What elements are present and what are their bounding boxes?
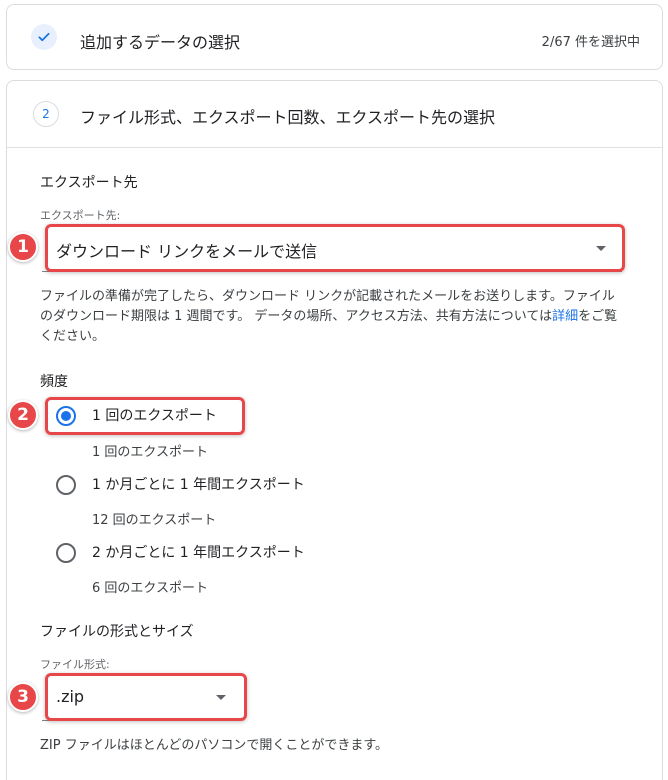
- annotation-badge-2: 2: [8, 400, 38, 430]
- radio-monthly-label[interactable]: 1 か月ごとに 1 年間エクスポート: [92, 474, 305, 494]
- annotation-badge-1: 1: [8, 232, 38, 262]
- step-1-card[interactable]: 追加するデータの選択 2/67 件を選択中: [6, 4, 663, 70]
- annotation-box-2: [45, 397, 245, 435]
- radio-monthly[interactable]: [56, 475, 76, 495]
- frequency-section-label: 頻度: [40, 374, 68, 390]
- radio-once-sub: 1 回のエクスポート: [92, 445, 209, 460]
- details-link[interactable]: 詳細: [552, 309, 578, 324]
- header-divider: [7, 147, 662, 148]
- file-format-field-label: ファイル形式:: [40, 658, 110, 671]
- destination-section-label: エクスポート先: [40, 175, 138, 191]
- step-1-title: 追加するデータの選択: [80, 33, 241, 52]
- destination-field-label: エクスポート先:: [40, 209, 121, 222]
- step-2-title: ファイル形式、エクスポート回数、エクスポート先の選択: [80, 108, 496, 127]
- step-number: 2: [33, 101, 59, 127]
- file-format-description: ZIP ファイルはほとんどのパソコンで開くことができます。: [40, 738, 389, 753]
- annotation-badge-3: 3: [8, 682, 38, 712]
- check-icon: [31, 24, 57, 50]
- radio-bimonthly[interactable]: [56, 543, 76, 563]
- radio-monthly-sub: 12 回のエクスポート: [92, 513, 217, 528]
- annotation-box-3: [45, 673, 247, 721]
- destination-description: ファイルの準備が完了したら、ダウンロード リンクが記載されたメールをお送りします…: [40, 289, 618, 344]
- radio-bimonthly-label[interactable]: 2 か月ごとに 1 年間エクスポート: [92, 542, 305, 562]
- file-format-section-label: ファイルの形式とサイズ: [40, 624, 194, 640]
- annotation-box-1: [45, 224, 625, 272]
- selected-count: 2/67 件を選択中: [541, 35, 640, 50]
- radio-bimonthly-sub: 6 回のエクスポート: [92, 581, 209, 596]
